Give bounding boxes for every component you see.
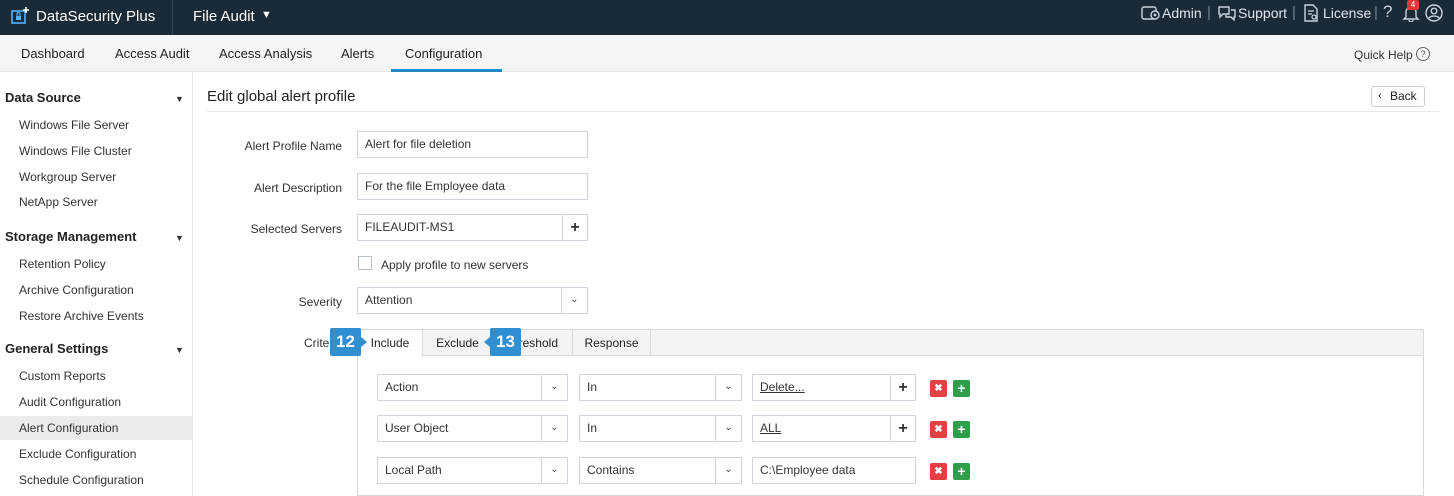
nav-tab-access-analysis[interactable]: Access Analysis xyxy=(219,46,312,61)
criteria-operator-select[interactable]: Contains ⌄ xyxy=(579,457,742,484)
criteria-field-select[interactable]: User Object ⌄ xyxy=(377,415,568,442)
criteria-operator-select[interactable]: In ⌄ xyxy=(579,374,742,401)
notification-count-badge: 4 xyxy=(1407,0,1419,10)
sidebar-section-storage-management[interactable]: Storage Management xyxy=(5,229,136,244)
criteria-value-input[interactable]: Delete... xyxy=(752,374,891,401)
nav-tab-dashboard[interactable]: Dashboard xyxy=(21,46,85,61)
help-icon[interactable]: ? xyxy=(1383,2,1392,22)
sidebar-item-exclude-configuration[interactable]: Exclude Configuration xyxy=(0,442,192,466)
topbar-separator: | xyxy=(1374,4,1378,21)
support-link[interactable]: Support xyxy=(1238,5,1287,21)
datasecurity-logo-icon xyxy=(11,7,29,24)
criteria-value-input[interactable]: C:\Employee data xyxy=(752,457,916,484)
servers-label: Selected Servers xyxy=(250,222,342,236)
tab-response[interactable]: Response xyxy=(573,330,651,356)
main-nav: Dashboard Access Audit Access Analysis A… xyxy=(0,35,1454,72)
add-server-button[interactable]: + xyxy=(562,214,588,241)
profile-name-label: Alert Profile Name xyxy=(244,139,342,153)
brand-name: DataSecurity Plus xyxy=(36,8,156,25)
back-button-label: Back xyxy=(1390,89,1417,103)
sidebar-item-alert-configuration[interactable]: Alert Configuration xyxy=(0,416,192,440)
sidebar-item-windows-file-server[interactable]: Windows File Server xyxy=(0,113,192,137)
description-label: Alert Description xyxy=(253,181,342,195)
product-switcher[interactable]: File Audit xyxy=(193,8,255,25)
criteria-operator-value: Contains xyxy=(587,463,635,477)
criteria-operator-value: In xyxy=(587,421,598,435)
sidebar-item-retention-policy[interactable]: Retention Policy xyxy=(0,252,192,276)
criteria-operator-value: In xyxy=(587,380,598,394)
question-circle-icon[interactable]: ? xyxy=(1416,47,1430,61)
criteria-field-value: Local Path xyxy=(385,463,442,477)
remove-row-button[interactable]: ✖ xyxy=(930,380,947,397)
sidebar-item-custom-reports[interactable]: Custom Reports xyxy=(0,364,192,388)
caret-down-icon[interactable]: ▼ xyxy=(261,9,272,21)
sidebar-item-audit-configuration[interactable]: Audit Configuration xyxy=(0,390,192,414)
chevron-down-icon[interactable]: ⌄ xyxy=(715,374,741,401)
top-bar: DataSecurity Plus File Audit ▼ Admin | S… xyxy=(0,0,1454,35)
tab-exclude[interactable]: Exclude xyxy=(423,330,493,356)
sidebar: Data Source ▼ Windows File Server Window… xyxy=(0,72,193,496)
admin-gear-icon[interactable] xyxy=(1141,4,1161,22)
value-picker-button[interactable]: + xyxy=(890,415,916,442)
severity-select[interactable]: Attention ⌄ xyxy=(357,287,588,314)
topbar-divider xyxy=(172,0,173,35)
profile-name-input[interactable]: Alert for file deletion xyxy=(357,131,588,158)
criteria-field-value: User Object xyxy=(385,421,449,435)
license-icon[interactable] xyxy=(1303,4,1319,22)
chevron-down-icon[interactable]: ⌄ xyxy=(561,287,587,314)
criteria-label: Crite xyxy=(304,336,330,350)
nav-tab-access-audit[interactable]: Access Audit xyxy=(115,46,189,61)
user-profile-icon[interactable] xyxy=(1425,4,1443,22)
add-row-button[interactable]: + xyxy=(953,421,970,438)
chevron-down-icon[interactable]: ⌄ xyxy=(715,415,741,442)
caret-down-icon[interactable]: ▼ xyxy=(175,94,184,104)
severity-label: Severity xyxy=(298,295,342,309)
admin-link[interactable]: Admin xyxy=(1162,5,1202,21)
add-row-button[interactable]: + xyxy=(953,380,970,397)
quick-help-link[interactable]: Quick Help xyxy=(1354,48,1413,62)
remove-row-button[interactable]: ✖ xyxy=(930,463,947,480)
callout-badge: 13 xyxy=(490,328,521,356)
chevron-down-icon[interactable]: ⌄ xyxy=(541,415,567,442)
back-button[interactable]: ‹ Back xyxy=(1371,86,1425,107)
chevron-down-icon[interactable]: ⌄ xyxy=(541,457,567,484)
chevron-left-icon: ‹ xyxy=(1378,90,1382,102)
remove-row-button[interactable]: ✖ xyxy=(930,421,947,438)
criteria-field-value: Action xyxy=(385,380,419,394)
support-chat-icon[interactable] xyxy=(1218,5,1236,21)
page-title: Edit global alert profile xyxy=(207,88,356,105)
value-picker-button[interactable]: + xyxy=(890,374,916,401)
topbar-separator: | xyxy=(1292,4,1296,21)
chevron-down-icon[interactable]: ⌄ xyxy=(715,457,741,484)
criteria-operator-select[interactable]: In ⌄ xyxy=(579,415,742,442)
callout-badge: 12 xyxy=(330,328,361,356)
add-row-button[interactable]: + xyxy=(953,463,970,480)
topbar-separator: | xyxy=(1207,4,1211,21)
sidebar-section-data-source[interactable]: Data Source xyxy=(5,90,81,105)
apply-new-servers-checkbox[interactable] xyxy=(358,256,372,270)
apply-new-servers-label: Apply profile to new servers xyxy=(381,258,529,272)
sidebar-item-schedule-configuration[interactable]: Schedule Configuration xyxy=(0,468,192,492)
caret-down-icon[interactable]: ▼ xyxy=(175,345,184,355)
title-divider xyxy=(207,111,1439,112)
nav-tab-alerts[interactable]: Alerts xyxy=(341,46,374,61)
description-input[interactable]: For the file Employee data xyxy=(357,173,588,200)
criteria-value-input[interactable]: ALL xyxy=(752,415,891,442)
criteria-field-select[interactable]: Local Path ⌄ xyxy=(377,457,568,484)
tab-include[interactable]: Include xyxy=(358,330,423,357)
callout-arrow xyxy=(361,337,367,347)
severity-value: Attention xyxy=(365,293,413,307)
active-tab-indicator xyxy=(391,69,502,72)
chevron-down-icon[interactable]: ⌄ xyxy=(541,374,567,401)
nav-tab-configuration[interactable]: Configuration xyxy=(405,46,482,61)
servers-input[interactable]: FILEAUDIT-MS1 xyxy=(357,214,563,241)
license-link[interactable]: License xyxy=(1323,5,1371,21)
sidebar-section-general-settings[interactable]: General Settings xyxy=(5,341,108,356)
criteria-field-select[interactable]: Action ⌄ xyxy=(377,374,568,401)
